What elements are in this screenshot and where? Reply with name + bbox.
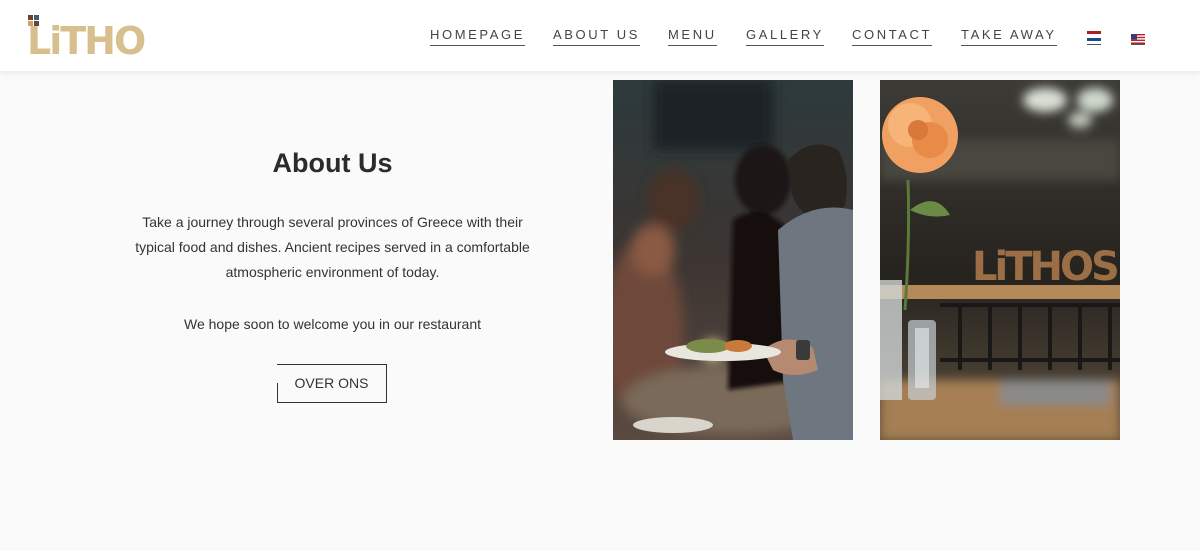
nav-homepage[interactable]: HOMEPAGE — [430, 27, 525, 46]
about-intro-text: Take a journey through several provinces… — [135, 214, 530, 280]
lithos-sign-text: LiTHOS — [972, 244, 1117, 290]
nav-gallery[interactable]: GALLERY — [746, 27, 824, 46]
button-border-accent — [277, 383, 278, 402]
nav-contact[interactable]: CONTACT — [852, 27, 933, 46]
logo-text: LiTHOS — [27, 19, 145, 58]
about-welcome-text: We hope soon to welcome you in our resta… — [183, 316, 482, 332]
nav-take-away[interactable]: TAKE AWAY — [961, 27, 1057, 46]
rose-and-sign-photo: LiTHOS — [880, 80, 1120, 440]
logo-graphic: LiTHOS — [27, 15, 172, 63]
restaurant-diners-photo — [613, 80, 853, 440]
dutch-flag-icon[interactable] — [1087, 31, 1101, 45]
nav-about-us[interactable]: ABOUT US — [553, 27, 641, 46]
about-section: About Us Take a journey through several … — [130, 140, 535, 403]
over-ons-button[interactable]: OVER ONS — [277, 364, 387, 403]
us-flag-icon[interactable] — [1131, 31, 1145, 45]
diners-image — [613, 80, 853, 440]
about-title: About Us — [272, 148, 393, 178]
site-header: LiTHOS HOMEPAGE ABOUT US MENU GALLERY CO… — [0, 0, 1200, 71]
rose-sign-image: LiTHOS — [880, 80, 1120, 440]
site-logo[interactable]: LiTHOS — [25, 12, 172, 63]
nav-menu[interactable]: MENU — [668, 27, 717, 46]
